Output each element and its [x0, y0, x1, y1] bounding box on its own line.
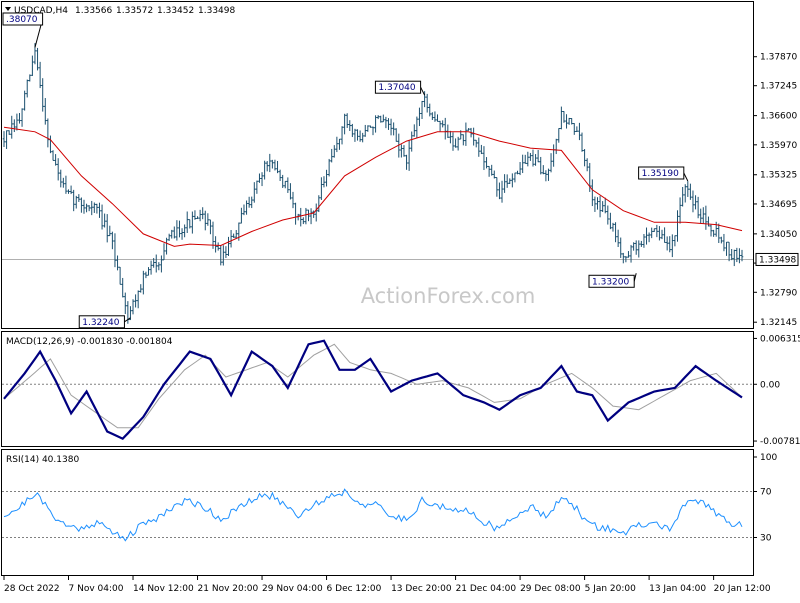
time-tick-label: 29 Dec 08:00 — [520, 584, 581, 594]
rsi-tick-label: 70 — [760, 488, 772, 498]
macd-pane-header: MACD(12,26,9) -0.001830 -0.001804 — [6, 337, 173, 347]
price-annotation-label: 1.32240 — [82, 318, 119, 328]
price-tick-label: 1.32145 — [760, 318, 797, 328]
time-tick-label: 14 Nov 12:00 — [133, 584, 194, 594]
price-tick-label: 1.32790 — [760, 288, 797, 298]
chart-canvas[interactable]: USDCAD,H4 1.33566 1.33572 1.33452 1.3349… — [0, 0, 800, 600]
macd-tick-label: -0.007818 — [760, 437, 800, 447]
price-annotation: 1.32240 — [78, 315, 131, 329]
price-annotation: 1.33200 — [588, 273, 637, 288]
time-tick-label: 20 Jan 12:00 — [714, 584, 771, 594]
time-tick-label: 13 Dec 20:00 — [391, 584, 452, 594]
price-tick-label: 1.35970 — [760, 141, 797, 151]
price-annotation: 1.35190 — [638, 166, 689, 182]
time-tick-label: 28 Oct 2022 — [4, 584, 60, 594]
price-annotation: 1.37040 — [374, 80, 426, 96]
time-tick-label: 7 Nov 04:00 — [69, 584, 124, 594]
price-annotation-label: 1.33200 — [592, 277, 629, 287]
rsi-pane-header: RSI(14) 40.1380 — [6, 455, 79, 465]
price-tick-label: 1.34050 — [760, 230, 797, 240]
price-tick-label: 1.35325 — [760, 171, 797, 181]
time-tick-label: 29 Nov 04:00 — [262, 584, 323, 594]
rsi-tick-label: 30 — [760, 534, 772, 544]
time-tick-label: 21 Dec 04:00 — [456, 584, 517, 594]
time-tick-label: 21 Nov 20:00 — [198, 584, 259, 594]
current-price-label: 1.33498 — [759, 255, 796, 265]
price-pane-header-high: 1.33572 — [116, 6, 153, 16]
watermark: ActionForex.com — [361, 284, 536, 308]
time-tick-label: 13 Jan 04:00 — [649, 584, 706, 594]
macd-tick-label: 0.006315 — [760, 334, 800, 344]
price-pane-header-close: 1.33498 — [198, 6, 235, 16]
price-pane-header-low: 1.33452 — [157, 6, 194, 16]
price-tick-label: 1.34695 — [760, 200, 797, 210]
price-annotation-label: 1.35190 — [642, 169, 679, 179]
time-tick-label: 5 Jan 20:00 — [585, 584, 637, 594]
rsi-tick-label: 100 — [760, 453, 777, 463]
price-tick-label: 1.36600 — [760, 112, 797, 122]
price-tick-label: 1.37870 — [760, 53, 797, 63]
chart-root: USDCAD,H4 1.33566 1.33572 1.33452 1.3349… — [0, 0, 800, 600]
price-tick-label: 1.37245 — [760, 82, 797, 92]
time-tick-label: 6 Dec 12:00 — [327, 584, 382, 594]
price-pane-header-open: 1.33566 — [75, 6, 112, 16]
price-annotation-label: 1.37040 — [378, 83, 415, 93]
macd-tick-label: 0.00 — [760, 380, 780, 390]
price-annotation-label: .38070 — [6, 15, 38, 25]
